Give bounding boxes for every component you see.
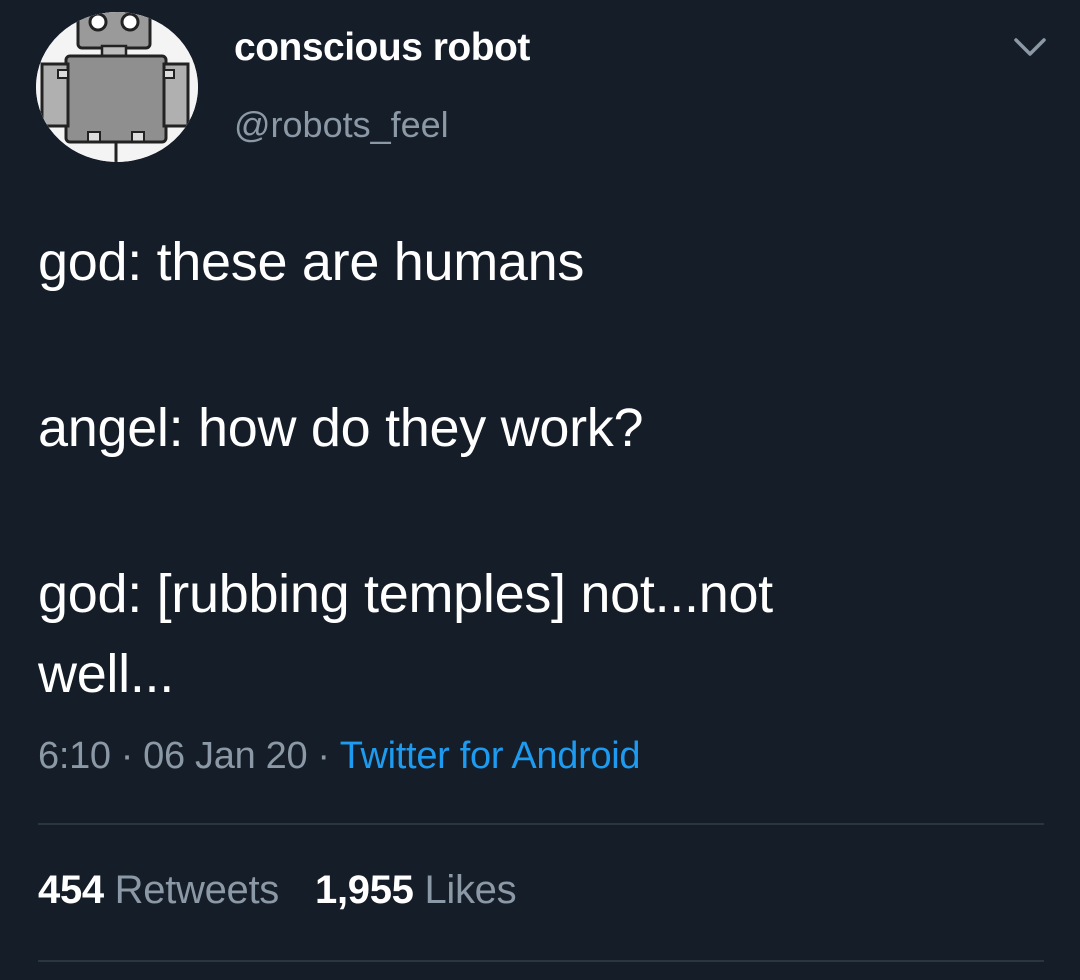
meta-separator: · bbox=[120, 735, 134, 777]
chevron-down-icon[interactable] bbox=[1012, 32, 1048, 60]
robot-avatar-icon bbox=[36, 12, 198, 162]
tweet-text: god: these are humans angel: how do they… bbox=[38, 222, 1038, 714]
tweet-line: angel: how do they work? bbox=[38, 398, 644, 458]
avatar[interactable] bbox=[36, 12, 198, 162]
tweet-source-link[interactable]: Twitter for Android bbox=[340, 735, 641, 777]
tweet-time: 6:10 bbox=[38, 735, 111, 777]
tweet-meta: 6:10 · 06 Jan 20 · Twitter for Android bbox=[38, 735, 641, 778]
tweet-stats: 454 Retweets 1,955 Likes bbox=[38, 868, 517, 913]
user-handle[interactable]: @robots_feel bbox=[234, 104, 449, 146]
retweets-stat[interactable]: 454 Retweets bbox=[38, 868, 279, 912]
tweet-line: well... bbox=[38, 644, 174, 704]
likes-stat[interactable]: 1,955 Likes bbox=[315, 868, 517, 912]
retweets-label: Retweets bbox=[114, 868, 280, 912]
likes-count: 1,955 bbox=[315, 868, 414, 912]
tweet-card: conscious robot @robots_feel god: these … bbox=[0, 0, 1080, 980]
meta-separator: · bbox=[317, 735, 330, 777]
divider bbox=[38, 823, 1044, 825]
divider bbox=[38, 960, 1044, 962]
retweets-count: 454 bbox=[38, 868, 104, 912]
tweet-line: god: these are humans bbox=[38, 232, 585, 292]
tweet-line: god: [rubbing temples] not...not bbox=[38, 564, 773, 624]
likes-label: Likes bbox=[424, 868, 517, 912]
tweet-date: 06 Jan 20 bbox=[143, 735, 308, 777]
display-name[interactable]: conscious robot bbox=[234, 26, 530, 70]
